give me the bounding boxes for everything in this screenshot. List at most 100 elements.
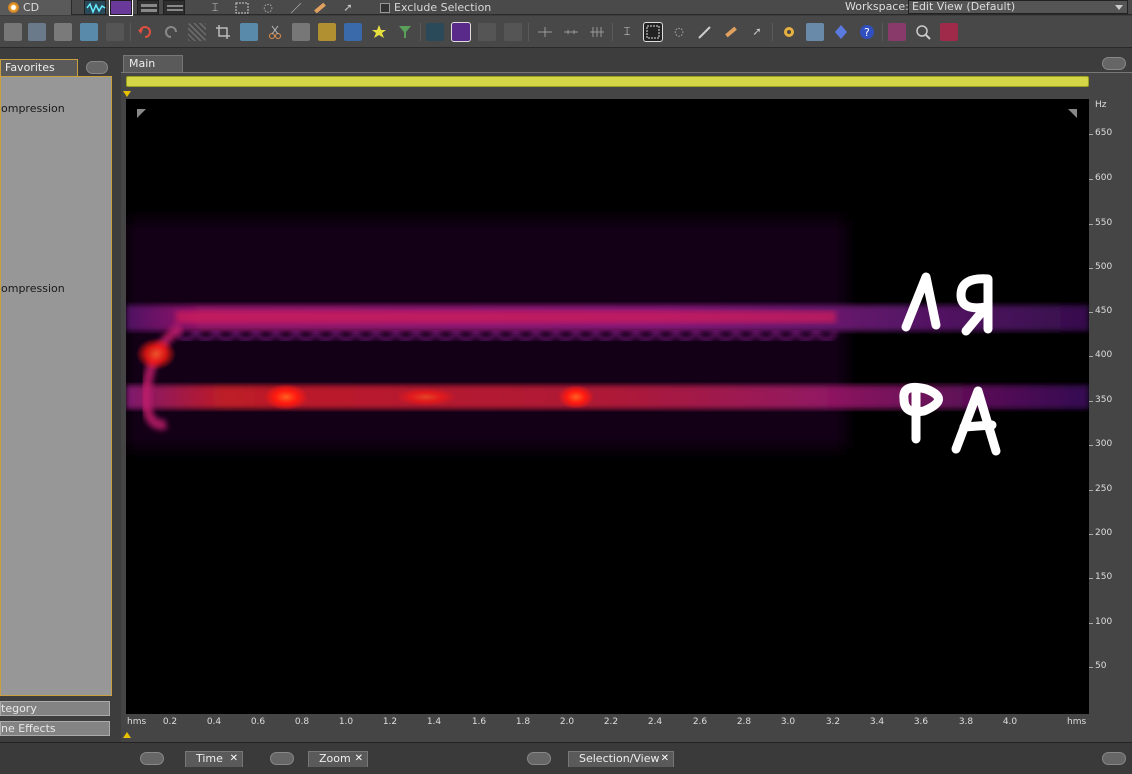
category-button[interactable]: tegory	[0, 701, 110, 716]
settings-gear-icon[interactable]	[780, 23, 798, 41]
hz-tick: 400	[1088, 350, 1113, 360]
insert-multitrack-icon[interactable]	[344, 23, 362, 41]
panel-menu-button[interactable]	[140, 752, 164, 765]
frequency-analysis-icon[interactable]	[888, 23, 906, 41]
exclude-selection-checkbox[interactable]	[380, 2, 390, 13]
paste-icon[interactable]	[80, 23, 98, 41]
time-tick: 2.4	[647, 717, 663, 727]
workspace-dropdown[interactable]: Edit View (Default)	[908, 0, 1128, 14]
hz-tick: 200	[1088, 528, 1113, 538]
hz-tick: 500	[1088, 262, 1113, 272]
select-all-icon[interactable]	[188, 23, 206, 41]
toolbar-separator	[420, 23, 421, 41]
playhead-bottom-marker[interactable]	[123, 732, 131, 738]
panel-menu-button[interactable]	[270, 752, 294, 765]
effects-star-icon[interactable]	[370, 23, 388, 41]
redo-icon[interactable]	[162, 23, 180, 41]
zoom-full-icon[interactable]	[588, 23, 606, 41]
marquee-tool-icon[interactable]	[643, 22, 663, 42]
cd-view-tab[interactable]: CD	[0, 0, 72, 15]
effects-button[interactable]: ne Effects	[0, 721, 110, 736]
exclude-selection[interactable]: Exclude Selection	[380, 0, 491, 15]
energy-hotspot	[396, 388, 456, 406]
tab-time[interactable]: Time ✕	[185, 751, 243, 767]
spectral-analysis-icon[interactable]	[940, 23, 958, 41]
speaker-icon[interactable]	[806, 23, 824, 41]
marquee-tool[interactable]	[232, 0, 252, 15]
main-tab[interactable]: Main	[123, 55, 183, 72]
waveform-icon	[86, 2, 106, 15]
crop-icon[interactable]	[214, 23, 232, 41]
move-tool-icon[interactable]: ➚	[748, 23, 766, 41]
time-tick: 1.0	[338, 717, 354, 727]
i-beam-tool-icon[interactable]: ⌶	[618, 23, 636, 41]
save-all-icon[interactable]	[54, 23, 72, 41]
frequency-ruler: Hz 650 600 550 500 450 400 350 300 250 2…	[1088, 99, 1132, 714]
spot-healing-tool[interactable]	[310, 0, 330, 15]
mix-paste-icon[interactable]	[318, 23, 336, 41]
paste-clipboard-icon[interactable]	[292, 23, 310, 41]
filter-icon[interactable]	[396, 23, 414, 41]
time-unit-label: hms	[127, 717, 147, 727]
lasso-tool-icon[interactable]: ◌	[670, 23, 688, 41]
mixer-icon	[167, 5, 183, 11]
favorites-list: ompression ompression	[0, 76, 112, 696]
toolbar-separator	[528, 23, 529, 41]
tab-selection-view[interactable]: Selection/View ✕	[568, 751, 674, 767]
tab-zoom[interactable]: Zoom ✕	[308, 751, 368, 767]
hz-tick: 250	[1088, 484, 1113, 494]
spectral-display[interactable]	[126, 99, 1089, 714]
time-tick: 4.0	[1002, 717, 1018, 727]
save-copy-icon[interactable]	[28, 23, 46, 41]
help-icon[interactable]: ?	[858, 23, 876, 41]
workspace-label: Workspace:	[845, 0, 909, 13]
waveform-display-icon[interactable]	[426, 23, 444, 41]
zoom-in-vertical-icon[interactable]	[536, 23, 554, 41]
time-tick: 1.4	[426, 717, 442, 727]
time-selection-tool[interactable]: ⌶	[205, 0, 225, 15]
main-panel-menu-button[interactable]	[1102, 57, 1126, 70]
overview-bar[interactable]	[126, 76, 1089, 87]
mixer-view-button[interactable]	[163, 0, 185, 15]
spectral-display-icon[interactable]	[451, 22, 471, 42]
pitch-display-icon[interactable]	[478, 23, 496, 41]
copy-icon[interactable]	[240, 23, 258, 41]
hz-unit-label: Hz	[1095, 100, 1107, 110]
undo-icon[interactable]	[136, 23, 154, 41]
multitrack-view-button[interactable]	[137, 0, 159, 15]
toolbar-separator	[612, 23, 613, 41]
panel-menu-button[interactable]	[86, 61, 108, 74]
bridge-icon[interactable]	[106, 23, 124, 41]
zoom-search-icon[interactable]	[914, 23, 932, 41]
energy-hotspot	[136, 338, 176, 370]
brush-tool-icon[interactable]	[696, 23, 714, 41]
time-tick: 3.2	[825, 717, 841, 727]
favorites-tab[interactable]: Favorites	[0, 59, 78, 76]
save-icon[interactable]	[4, 23, 22, 41]
mastering-icon[interactable]	[832, 23, 850, 41]
list-item[interactable]: ompression	[1, 282, 65, 295]
cut-icon[interactable]	[266, 23, 284, 41]
cd-icon	[8, 2, 19, 13]
zoom-out-vertical-icon[interactable]	[562, 23, 580, 41]
lasso-tool[interactable]: ◌	[258, 0, 278, 15]
panel-menu-button[interactable]	[527, 752, 551, 765]
time-unit-label: hms	[1067, 717, 1087, 727]
healing-tool-icon[interactable]	[722, 23, 740, 41]
main-toolbar: ⌶ ◌ ➚ ?	[0, 16, 1132, 48]
phase-display-icon[interactable]	[504, 23, 522, 41]
spectral-view-button[interactable]	[109, 0, 133, 16]
close-icon[interactable]: ✕	[230, 752, 238, 766]
move-tool[interactable]: ➚	[338, 0, 358, 15]
list-item[interactable]: ompression	[1, 102, 65, 115]
playhead-top-marker[interactable]	[123, 91, 131, 97]
marquee-icon	[235, 2, 249, 13]
close-icon[interactable]: ✕	[661, 752, 669, 766]
brush-tool[interactable]: ／	[286, 0, 306, 15]
panel-menu-button[interactable]	[1102, 752, 1126, 765]
lasso-icon: ◌	[263, 1, 273, 14]
time-ruler[interactable]: hms 0.2 0.4 0.6 0.8 1.0 1.2 1.4 1.6 1.8 …	[121, 714, 1089, 732]
favorites-panel: Favorites ompression ompression tegory n…	[0, 55, 114, 740]
close-icon[interactable]: ✕	[355, 752, 363, 766]
waveform-view-button[interactable]	[84, 0, 106, 15]
